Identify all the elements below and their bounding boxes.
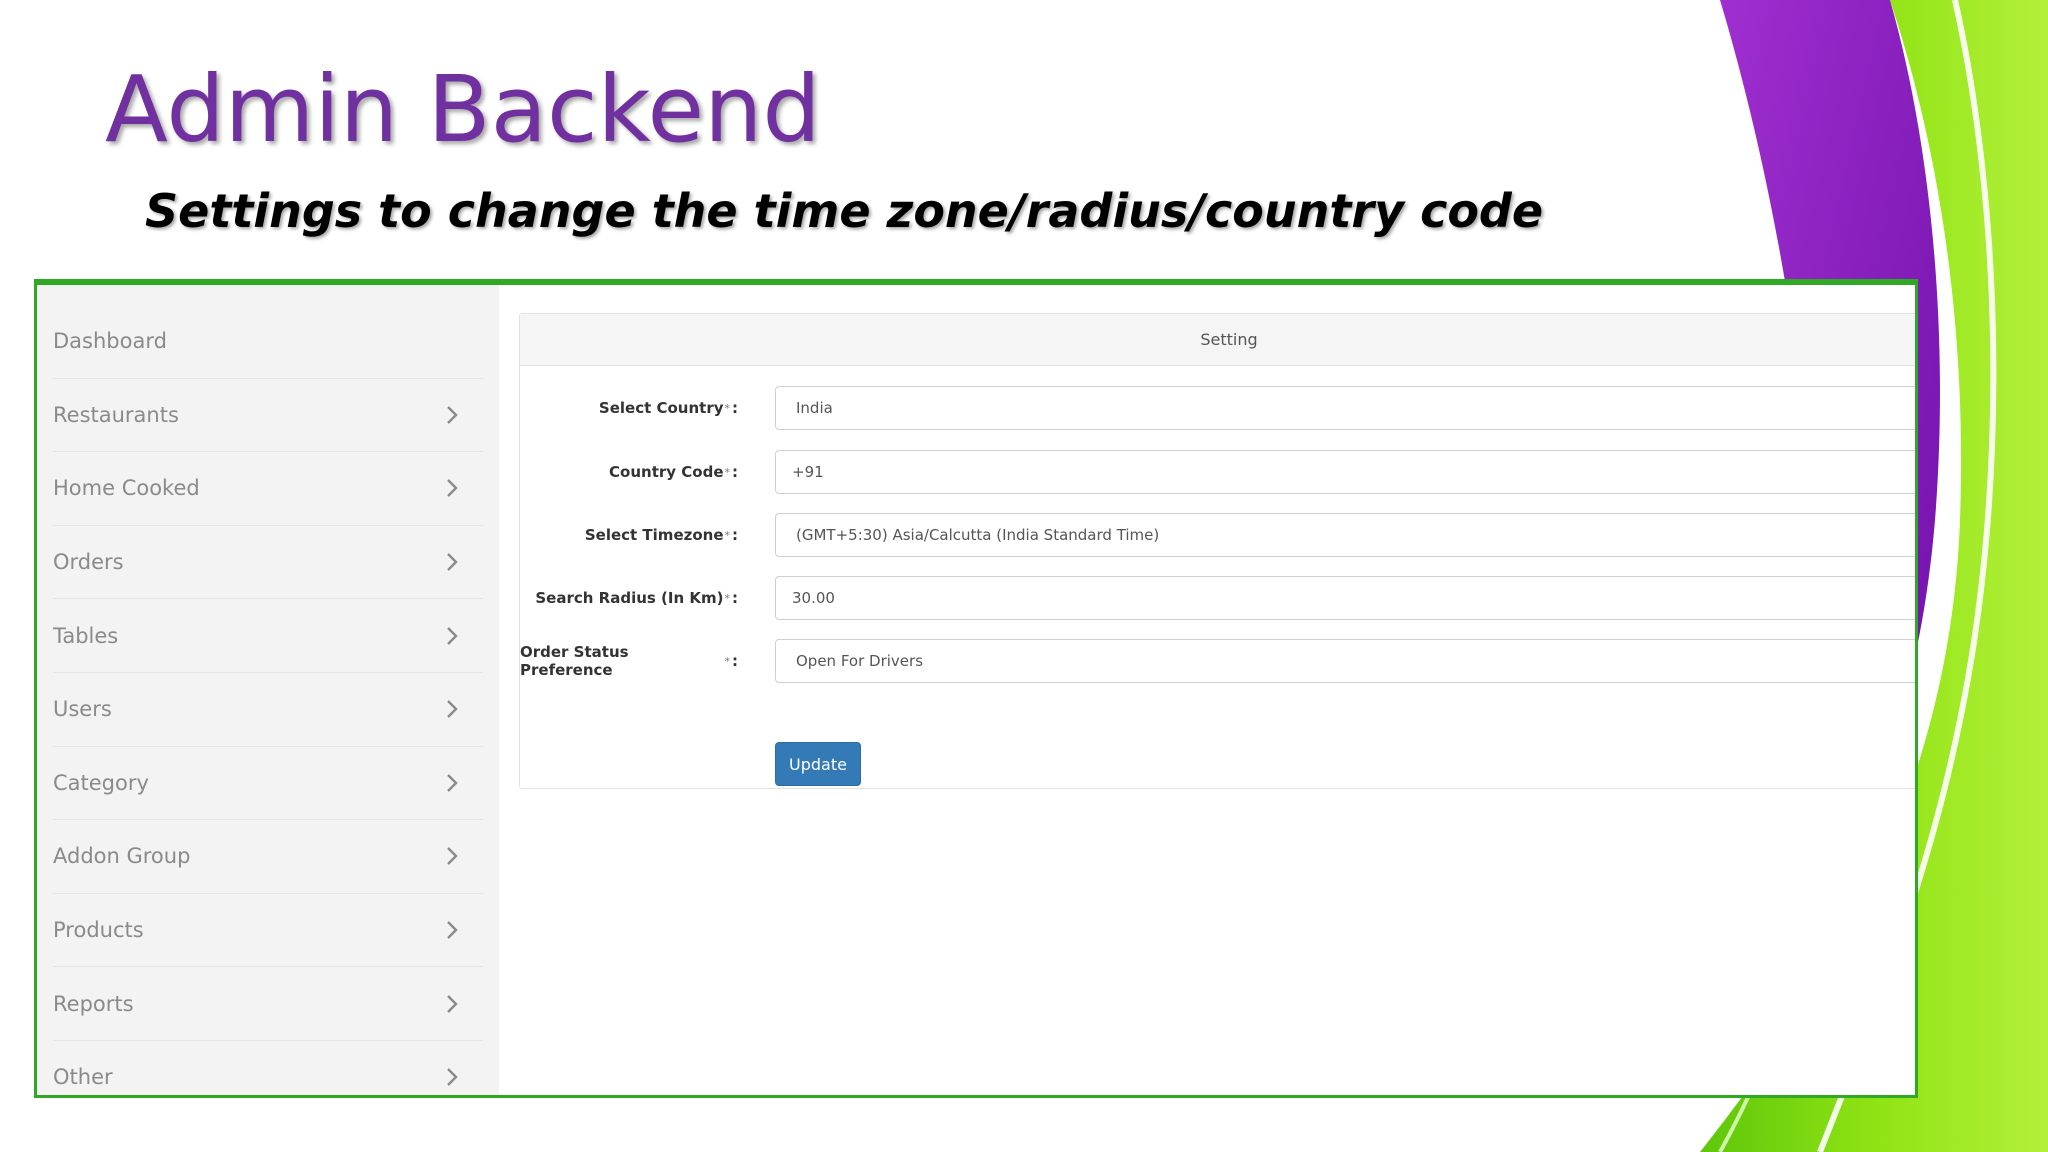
sidebar-item-users[interactable]: Users	[53, 673, 483, 747]
field-label: Country Code *:	[609, 463, 738, 481]
sidebar-item-label: Orders	[53, 550, 124, 575]
update-button[interactable]: Update	[775, 742, 861, 786]
sidebar: Dashboard Restaurants Home Cooked Orders…	[37, 285, 499, 1095]
sidebar-item-label: Home Cooked	[53, 476, 200, 501]
sidebar-item-addon-group[interactable]: Addon Group	[53, 820, 483, 894]
field-label: Search Radius (In Km) *:	[535, 589, 738, 607]
select-value: (GMT+5:30) Asia/Calcutta (India Standard…	[796, 526, 1160, 544]
input-value: +91	[792, 463, 824, 481]
sidebar-item-orders[interactable]: Orders	[53, 526, 483, 600]
sidebar-item-label: Reports	[53, 991, 134, 1016]
sidebar-item-other[interactable]: Other	[53, 1041, 483, 1095]
select-value: India	[796, 399, 833, 417]
sidebar-item-label: Tables	[53, 623, 119, 648]
timezone-select[interactable]: (GMT+5:30) Asia/Calcutta (India Standard…	[775, 513, 1915, 557]
form-row-search-radius: Search Radius (In Km) *: 30.00	[520, 576, 1915, 620]
sidebar-item-label: Restaurants	[53, 402, 179, 427]
form-row-country-code: Country Code *: +91	[520, 450, 1915, 494]
form-row-country: Select Country*: India ▼	[520, 386, 1915, 430]
country-select[interactable]: India ▼	[775, 386, 1915, 430]
required-mark: *	[724, 528, 731, 542]
field-label: Select Country *:	[598, 399, 738, 417]
chevron-right-icon	[447, 847, 458, 866]
sidebar-item-restaurants[interactable]: Restaurants	[53, 379, 483, 453]
input-value: 30.00	[792, 589, 835, 607]
chevron-right-icon	[447, 921, 458, 939]
sidebar-item-label: Users	[53, 697, 112, 722]
sidebar-item-label: Products	[53, 918, 144, 943]
sidebar-item-dashboard[interactable]: Dashboard	[53, 305, 483, 379]
sidebar-item-label: Category	[53, 770, 149, 795]
sidebar-item-label: Dashboard	[53, 329, 167, 354]
chevron-right-icon	[447, 553, 458, 571]
settings-panel: Setting Select Country*: India ▼ Country…	[519, 313, 1915, 789]
chevron-right-icon	[447, 406, 458, 424]
chevron-right-icon	[447, 626, 458, 645]
main-content: Setting Select Country*: India ▼ Country…	[499, 285, 1915, 1095]
admin-screenshot: Dashboard Restaurants Home Cooked Orders…	[34, 279, 1918, 1098]
required-mark: *	[724, 654, 731, 668]
order-status-select[interactable]: Open For Drivers ▼	[775, 639, 1915, 683]
panel-heading: Setting	[520, 314, 1915, 366]
chevron-right-icon	[447, 1068, 458, 1087]
chevron-right-icon	[447, 700, 458, 719]
country-code-input[interactable]: +91	[775, 450, 1915, 494]
sidebar-item-label: Other	[53, 1065, 113, 1090]
slide-title: Admin Backend	[105, 56, 821, 163]
sidebar-item-category[interactable]: Category	[53, 747, 483, 821]
field-label: Order Status Preference *:	[520, 643, 738, 679]
required-mark: *	[724, 465, 731, 479]
required-mark: *	[724, 401, 731, 415]
chevron-right-icon	[447, 994, 458, 1013]
sidebar-item-tables[interactable]: Tables	[53, 599, 483, 673]
sidebar-item-label: Addon Group	[53, 844, 191, 869]
form-row-order-status: Order Status Preference *: Open For Drive…	[520, 639, 1915, 683]
slide-subtitle: Settings to change the time zone/radius/…	[145, 184, 1544, 238]
select-value: Open For Drivers	[796, 652, 924, 670]
sidebar-item-reports[interactable]: Reports	[53, 967, 483, 1041]
search-radius-input[interactable]: 30.00	[775, 576, 1915, 620]
sidebar-item-home-cooked[interactable]: Home Cooked	[53, 452, 483, 526]
required-mark: *	[724, 591, 731, 605]
form-row-timezone: Select Timezone *: (GMT+5:30) Asia/Calcut…	[520, 513, 1915, 557]
chevron-right-icon	[447, 479, 458, 498]
chevron-right-icon	[447, 774, 458, 792]
sidebar-item-products[interactable]: Products	[53, 894, 483, 968]
field-label: Select Timezone *:	[584, 526, 738, 544]
